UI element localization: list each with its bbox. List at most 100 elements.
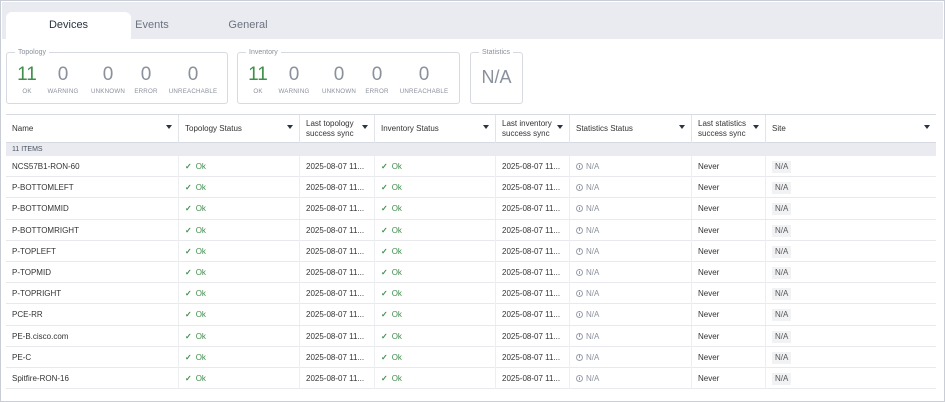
caret-down-icon[interactable]: [924, 125, 930, 129]
device-name-cell: PE-C: [12, 352, 32, 362]
devices-panel: Events General Devices Topology 11 OK 0 …: [0, 0, 945, 402]
inventory-sync-cell: 2025-08-07 11...: [495, 177, 569, 199]
statistics-status-text: N/A: [586, 246, 600, 256]
topology-status-text: Ok: [195, 331, 206, 341]
inventory-summary: Inventory 11 OK 0 WARNING 0 UNKNOWN 0 ER…: [237, 48, 460, 104]
stat-label: WARNING: [47, 88, 79, 95]
inventory-ok-stat: 11 OK: [246, 64, 270, 96]
topology-ok-stat: 11 OK: [15, 64, 39, 96]
topology-sync-cell: 2025-08-07 11...: [299, 346, 374, 368]
column-header-topology-status[interactable]: Topology Status: [178, 115, 299, 143]
inventory-unreachable-stat: 0 UNREACHABLE: [396, 64, 452, 96]
topology-status-text: Ok: [195, 246, 206, 256]
caret-down-icon[interactable]: [753, 125, 759, 129]
table-row[interactable]: Spitfire-RON-16 ✓ Ok 2025-08-07 11... ✓ Ok 202…: [6, 368, 936, 390]
inventory-status-cell: ✓ Ok: [374, 240, 495, 262]
caret-down-icon[interactable]: [557, 125, 563, 129]
statistics-status-text: N/A: [586, 204, 600, 214]
inventory-sync-cell: 2025-08-07 11...: [495, 368, 569, 389]
column-header-last-topology-sync[interactable]: Last topology success sync: [299, 115, 374, 143]
inventory-status-cell: ✓ Ok: [374, 156, 495, 177]
statistics-status-cell: N/A: [569, 368, 691, 389]
topology-status-text: Ok: [195, 183, 206, 193]
caret-down-icon[interactable]: [166, 125, 172, 129]
table-row[interactable]: PE-C ✓ Ok 2025-08-07 11... ✓ Ok 2025-08-07 11.…: [6, 346, 936, 368]
topology-status-text: Ok: [195, 352, 206, 362]
inventory-status-cell: ✓ Ok: [374, 283, 495, 305]
table-row[interactable]: NCS57B1-RON-60 ✓ Ok 2025-08-07 11... ✓ Ok 2025…: [6, 156, 936, 178]
statistics-sync-cell: Never: [691, 304, 765, 326]
caret-down-icon[interactable]: [287, 125, 293, 129]
inventory-status-cell: ✓ Ok: [374, 177, 495, 199]
check-icon: ✓: [185, 289, 192, 299]
statistics-sync-cell: Never: [691, 283, 765, 305]
check-icon: ✓: [185, 225, 192, 235]
column-header-site[interactable]: Site: [765, 115, 936, 143]
table-row[interactable]: P-BOTTOMMID ✓ Ok 2025-08-07 11... ✓ Ok 2025-08…: [6, 198, 936, 220]
table-row[interactable]: P-TOPLEFT ✓ Ok 2025-08-07 11... ✓ Ok 2025-08-0…: [6, 240, 936, 262]
tab-general[interactable]: General: [188, 12, 308, 39]
caret-down-icon[interactable]: [679, 125, 685, 129]
stat-label: ERROR: [365, 88, 389, 95]
table-row[interactable]: PCE-RR ✓ Ok 2025-08-07 11... ✓ Ok 2025-08-07 1…: [6, 304, 936, 326]
site-cell: N/A: [765, 346, 936, 368]
table-row[interactable]: PE-B.cisco.com ✓ Ok 2025-08-07 11... ✓ Ok 2025…: [6, 325, 936, 347]
topology-status-text: Ok: [195, 374, 206, 383]
column-header-statistics-status[interactable]: Statistics Status: [569, 115, 691, 143]
site-cell: N/A: [765, 198, 936, 220]
topology-sync-cell: 2025-08-07 11...: [299, 240, 374, 262]
stat-value: N/A: [481, 67, 512, 87]
topology-sync-cell: 2025-08-07 11...: [299, 262, 374, 283]
inventory-status-text: Ok: [391, 183, 402, 193]
table-row[interactable]: P-TOPMID ✓ Ok 2025-08-07 11... ✓ Ok 2025-08-07…: [6, 262, 936, 284]
site-cell: N/A: [765, 283, 936, 305]
inventory-status-cell: ✓ Ok: [374, 198, 495, 220]
table-row[interactable]: P-TOPRIGHT ✓ Ok 2025-08-07 11... ✓ Ok 2025-08-…: [6, 283, 936, 305]
topology-sync-cell: 2025-08-07 11...: [299, 198, 374, 220]
topology-status-text: Ok: [195, 204, 206, 214]
info-circle-icon: [576, 205, 583, 213]
statistics-status-cell: N/A: [569, 198, 691, 220]
check-icon: ✓: [381, 225, 388, 235]
column-header-last-inventory-sync[interactable]: Last inventory success sync: [495, 115, 569, 143]
topology-warning-stat: 0 WARNING: [44, 64, 82, 96]
check-icon: ✓: [185, 374, 192, 383]
site-badge: N/A: [772, 309, 792, 322]
inventory-status-text: Ok: [391, 225, 402, 235]
info-circle-icon: [576, 311, 583, 319]
inventory-sync-cell: 2025-08-07 11...: [495, 198, 569, 220]
statistics-summary: Statistics N/A: [470, 48, 523, 104]
devices-table: Name Topology Status Last topology succe…: [6, 114, 936, 390]
column-header-last-statistics-sync[interactable]: Last statistics success sync: [691, 115, 765, 143]
stat-value: 0: [140, 64, 152, 85]
device-name-cell: P-TOPMID: [12, 268, 51, 277]
tab-bar: Events General Devices: [2, 2, 943, 39]
inventory-sync-cell: 2025-08-07 11...: [495, 283, 569, 305]
caret-down-icon[interactable]: [483, 125, 489, 129]
inventory-status-text: Ok: [391, 246, 402, 256]
stat-label: OK: [22, 88, 32, 95]
topology-status-cell: ✓ Ok: [178, 304, 299, 326]
topology-sync-cell: 2025-08-07 11...: [299, 368, 374, 389]
statistics-status-cell: N/A: [569, 304, 691, 326]
topology-sync-cell: 2025-08-07 11...: [299, 304, 374, 326]
column-header-name[interactable]: Name: [6, 115, 178, 143]
column-header-inventory-status[interactable]: Inventory Status: [374, 115, 495, 143]
topology-status-text: Ok: [195, 310, 206, 320]
statistics-status-text: N/A: [586, 225, 600, 235]
table-row[interactable]: P-BOTTOMRIGHT ✓ Ok 2025-08-07 11... ✓ Ok 2025-…: [6, 219, 936, 241]
site-badge: N/A: [772, 351, 792, 364]
stat-value: 0: [371, 64, 383, 85]
stat-value: 11: [248, 64, 268, 85]
info-circle-icon: [576, 290, 583, 298]
inventory-sync-cell: 2025-08-07 11...: [495, 240, 569, 262]
table-row[interactable]: P-BOTTOMLEFT ✓ Ok 2025-08-07 11... ✓ Ok 2025-0…: [6, 177, 936, 199]
device-name-cell: P-BOTTOMRIGHT: [12, 225, 79, 235]
caret-down-icon[interactable]: [362, 125, 368, 129]
inventory-warning-stat: 0 WARNING: [275, 64, 313, 96]
tab-devices[interactable]: Devices: [6, 12, 131, 39]
statistics-status-cell: N/A: [569, 156, 691, 177]
stat-label: UNKNOWN: [321, 88, 357, 95]
statistics-status-cell: N/A: [569, 346, 691, 368]
stat-value: 11: [17, 64, 37, 85]
